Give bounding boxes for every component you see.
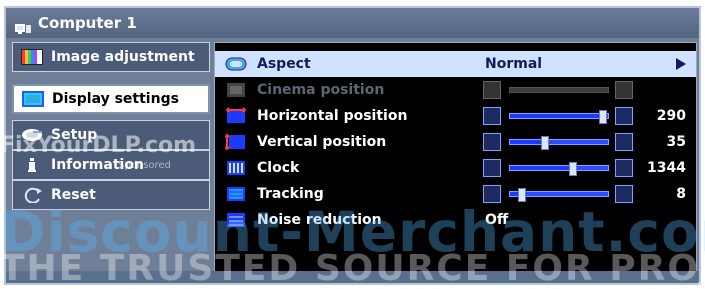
row-numeric-value: 290 — [656, 108, 686, 124]
slider-left-icon — [483, 185, 501, 203]
sidebar-item-reset[interactable]: Reset — [12, 180, 210, 210]
cinema-position-icon — [225, 81, 247, 99]
slider-right-icon — [615, 159, 633, 177]
slider-track — [509, 87, 609, 93]
slider-knob[interactable] — [569, 162, 577, 176]
horizontal-position-slider[interactable] — [483, 107, 633, 125]
computer-1-menu-window: Computer 1 Image adjustment Display sett… — [4, 6, 701, 285]
slider-right-icon — [615, 107, 633, 125]
row-label: Noise reduction — [257, 212, 382, 228]
setup-disk-icon — [21, 127, 43, 143]
slider-right-icon — [615, 133, 633, 151]
row-label: Clock — [257, 160, 300, 176]
menu-row-noise-reduction[interactable]: Noise reduction Off — [215, 207, 696, 233]
row-numeric-value: 35 — [666, 134, 686, 150]
sidebar-item-label: Setup — [51, 127, 98, 143]
slider-track[interactable] — [509, 110, 609, 124]
slider-knob[interactable] — [541, 136, 549, 150]
row-value: Off — [485, 212, 509, 228]
slider-fill — [510, 166, 573, 170]
row-numeric-value: 8 — [676, 186, 686, 202]
color-bars-icon — [21, 49, 43, 65]
slider-right-icon — [615, 81, 633, 99]
vertical-position-icon — [224, 133, 247, 151]
sidebar-item-label: Display settings — [52, 91, 179, 107]
sidebar-item-image-adjustment[interactable]: Image adjustment — [12, 42, 210, 72]
row-label: Vertical position — [257, 134, 387, 150]
slider-fill — [510, 140, 545, 144]
menu-row-vertical-position[interactable]: Vertical position 35 — [215, 129, 696, 155]
reset-icon — [21, 187, 43, 204]
vertical-position-slider[interactable] — [483, 133, 633, 151]
window-title: Computer 1 — [38, 14, 137, 32]
menu-sidebar: Image adjustment Display settings Setup … — [12, 42, 210, 278]
right-arrow-icon — [676, 58, 686, 70]
clock-icon — [225, 159, 247, 177]
sidebar-item-label: Reset — [51, 187, 96, 203]
row-label: Tracking — [257, 186, 324, 202]
sidebar-item-display-settings[interactable]: Display settings — [12, 84, 210, 114]
window-titlebar: Computer 1 — [6, 8, 699, 38]
menu-row-clock[interactable]: Clock 1344 — [215, 155, 696, 181]
clock-slider[interactable] — [483, 159, 633, 177]
row-value: Normal — [485, 56, 543, 72]
slider-knob[interactable] — [518, 188, 526, 202]
slider-left-icon — [483, 133, 501, 151]
row-label: Cinema position — [257, 82, 385, 98]
slider-left-icon — [483, 159, 501, 177]
tracking-slider[interactable] — [483, 185, 633, 203]
slider-fill — [510, 114, 603, 118]
menu-row-horizontal-position[interactable]: Horizontal position 290 — [215, 103, 696, 129]
noise-reduction-icon — [225, 211, 247, 229]
slider-track[interactable] — [509, 188, 609, 202]
menu-row-aspect[interactable]: Aspect Normal — [215, 51, 696, 77]
sidebar-item-label: Information — [51, 157, 144, 173]
slider-track[interactable] — [509, 162, 609, 176]
horizontal-position-icon — [225, 107, 247, 125]
sidebar-item-label: Image adjustment — [51, 49, 195, 65]
bottom-strip — [6, 271, 699, 283]
row-label: Horizontal position — [257, 108, 408, 124]
menu-row-cinema-position: Cinema position — [215, 77, 696, 103]
slider-track[interactable] — [509, 136, 609, 150]
slider-right-icon — [615, 185, 633, 203]
aspect-icon — [225, 55, 247, 73]
slider-left-icon — [483, 81, 501, 99]
display-settings-panel: Aspect Normal Cinema position Horizontal… — [214, 42, 697, 282]
display-icon — [22, 91, 44, 107]
menu-row-tracking[interactable]: Tracking 8 — [215, 181, 696, 207]
row-label: Aspect — [257, 56, 311, 72]
info-icon — [21, 157, 43, 173]
row-numeric-value: 1344 — [647, 160, 686, 176]
sidebar-item-information[interactable]: Information — [12, 150, 210, 180]
sidebar-item-setup[interactable]: Setup — [12, 120, 210, 150]
computer-input-icon — [14, 16, 32, 34]
slider-knob[interactable] — [599, 110, 607, 124]
slider-left-icon — [483, 107, 501, 125]
tracking-icon — [225, 185, 247, 203]
cinema-position-slider — [483, 81, 633, 99]
